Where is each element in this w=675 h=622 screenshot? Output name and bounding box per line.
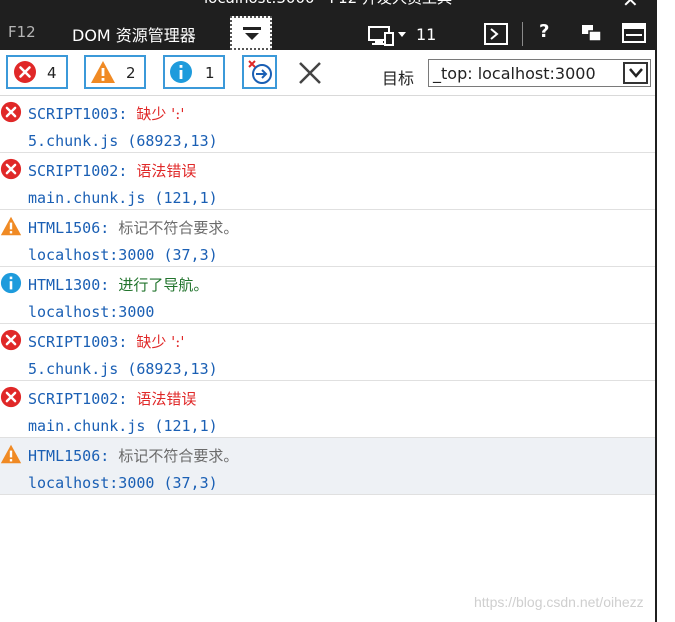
console-toolbar: 4 2 1 目标 _top: localhost:3000 [0,50,655,96]
message-type-icon [0,386,22,412]
message-separator: : [100,447,119,465]
console-message[interactable]: SCRIPT1003: 缺少 ':' 5.chunk.js (68923,13) [0,96,655,153]
message-text: HTML1506: 标记不符合要求。 [28,217,238,238]
console-message-list: SCRIPT1003: 缺少 ':' 5.chunk.js (68923,13) S… [0,96,655,495]
message-description: 标记不符合要求。 [118,219,239,237]
devtools-title-bar: localhost:3000 - F12 开发人员工具 ✕ F12 DOM 资源… [0,0,656,50]
console-message[interactable]: HTML1506: 标记不符合要求。 localhost:3000 (37,3) [0,438,655,495]
undock-icon[interactable] [581,24,603,42]
warnings-count: 2 [126,64,136,82]
message-description: 标记不符合要求。 [118,447,239,465]
dock-icon[interactable] [622,23,646,43]
toolbar-separator [522,22,523,46]
message-source-link[interactable]: localhost:3000 (37,3) [28,246,218,264]
message-type-icon [0,215,22,241]
message-code: SCRIPT1003 [28,333,119,351]
error-icon [0,386,22,408]
target-select[interactable]: _top: localhost:3000 [428,59,651,87]
warning-icon [91,61,115,83]
help-button[interactable]: ? [539,21,549,42]
message-description: 语法错误 [136,162,197,180]
message-code: SCRIPT1003 [28,105,119,123]
message-source-link[interactable]: 5.chunk.js (68923,13) [28,132,218,150]
message-source-link[interactable]: main.chunk.js (121,1) [28,189,218,207]
error-icon [0,158,22,180]
message-description: 进行了导航。 [118,276,209,294]
info-icon [170,61,192,83]
info-icon [0,272,22,294]
message-text: SCRIPT1002: 语法错误 [28,160,196,181]
clear-on-navigate-icon [248,60,272,84]
message-text: SCRIPT1003: 缺少 ':' [28,103,184,124]
errors-filter-button[interactable]: 4 [6,55,68,89]
more-tabs-button[interactable] [230,16,272,50]
message-description: 缺少 ':' [136,333,185,351]
clear-icon[interactable] [296,59,324,87]
message-type-icon [0,101,22,127]
warning-icon [0,216,22,236]
message-code: HTML1300 [28,276,101,294]
message-source-link[interactable]: localhost:3000 [28,303,154,321]
message-separator: : [118,390,137,408]
message-separator: : [100,219,119,237]
message-code: HTML1506 [28,219,101,237]
chevron-down-icon [629,68,643,78]
window-close-button[interactable]: ✕ [622,0,639,12]
message-text: SCRIPT1002: 语法错误 [28,388,196,409]
info-filter-button[interactable]: 1 [163,55,225,89]
message-source-link[interactable]: 5.chunk.js (68923,13) [28,360,218,378]
error-icon [0,329,22,351]
message-text: SCRIPT1003: 缺少 ':' [28,331,184,352]
message-code: HTML1506 [28,447,101,465]
message-type-icon [0,158,22,184]
message-source-link[interactable]: main.chunk.js (121,1) [28,417,218,435]
message-text: HTML1300: 进行了导航。 [28,274,208,295]
f12-label: F12 [8,23,36,41]
console-message[interactable]: HTML1506: 标记不符合要求。 localhost:3000 (37,3) [0,210,655,267]
error-icon [0,101,22,123]
message-separator: : [118,162,137,180]
window-title: localhost:3000 - F12 开发人员工具 [0,0,656,8]
message-type-icon [0,443,22,469]
error-icon [14,61,36,83]
errors-count: 4 [47,64,57,82]
message-type-icon [0,272,22,298]
warning-icon [0,444,22,464]
console-message[interactable]: HTML1300: 进行了导航。 localhost:3000 [0,267,655,324]
chevron-down-icon [243,27,261,40]
message-code: SCRIPT1002 [28,390,119,408]
target-selected-value: _top: localhost:3000 [433,64,596,83]
console-icon[interactable] [484,23,508,45]
target-dropdown-button[interactable] [623,62,648,84]
emulation-icon[interactable] [368,25,412,47]
message-text: HTML1506: 标记不符合要求。 [28,445,238,466]
window-edge [655,0,657,622]
message-separator: : [118,333,137,351]
warnings-filter-button[interactable]: 2 [84,55,146,89]
message-description: 缺少 ':' [136,105,185,123]
watermark: https://blog.csdn.net/oihezz [474,594,644,610]
message-separator: : [100,276,119,294]
message-source-link[interactable]: localhost:3000 (37,3) [28,474,218,492]
tab-dom-explorer[interactable]: DOM 资源管理器 [72,22,196,46]
message-code: SCRIPT1002 [28,162,119,180]
message-type-icon [0,329,22,355]
console-message[interactable]: SCRIPT1003: 缺少 ':' 5.chunk.js (68923,13) [0,324,655,381]
target-label: 目标 [382,69,415,88]
console-message[interactable]: SCRIPT1002: 语法错误 main.chunk.js (121,1) [0,153,655,210]
clear-on-navigate-toggle[interactable] [242,55,277,89]
info-count: 1 [205,64,215,82]
message-separator: : [118,105,137,123]
message-description: 语法错误 [136,390,197,408]
console-message[interactable]: SCRIPT1002: 语法错误 main.chunk.js (121,1) [0,381,655,438]
emulation-document-mode[interactable]: 11 [416,25,436,44]
